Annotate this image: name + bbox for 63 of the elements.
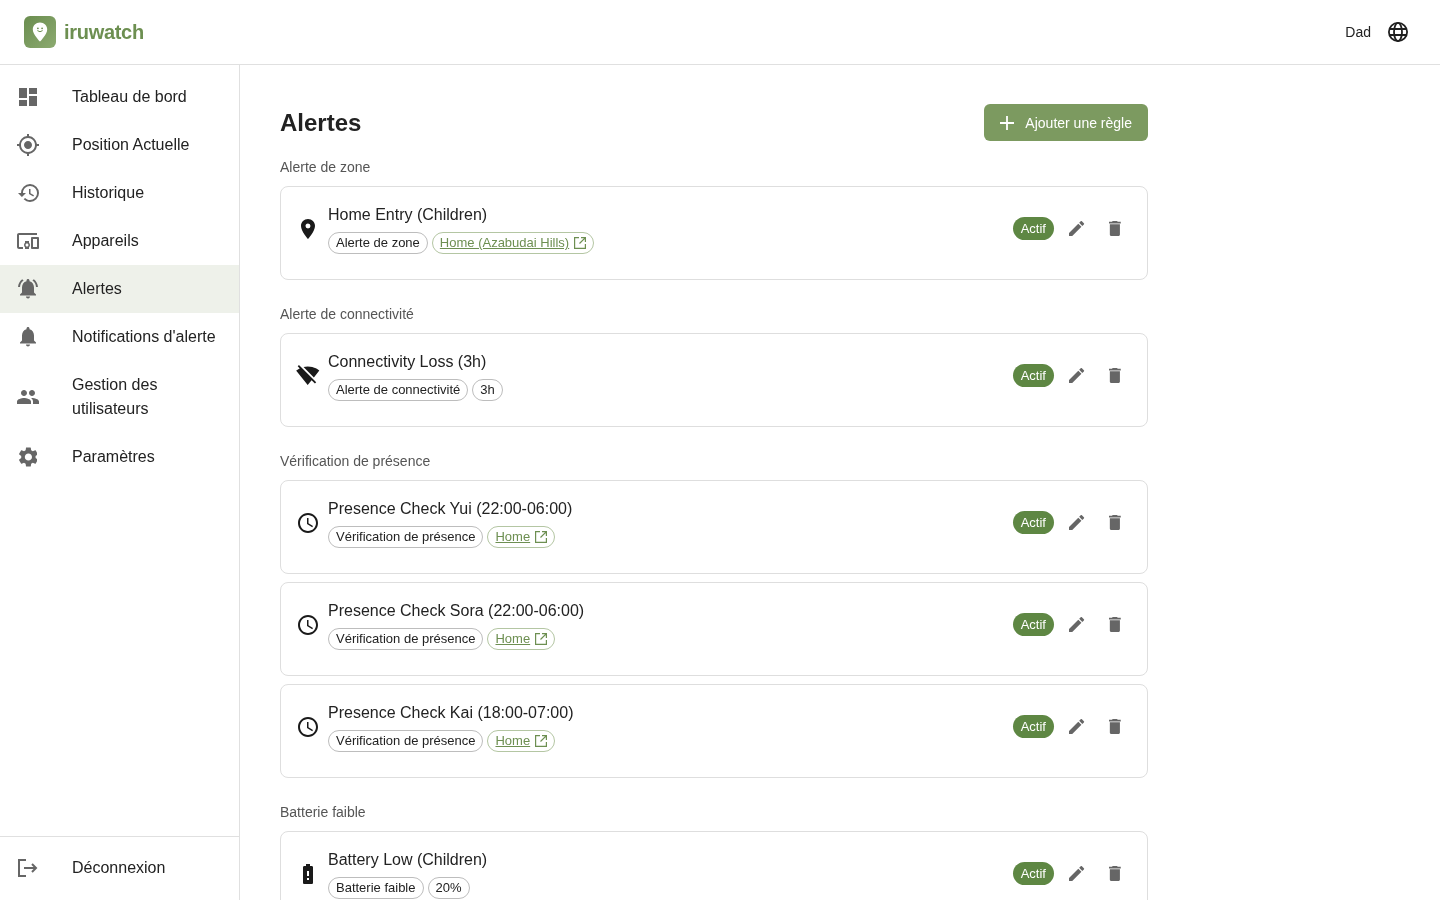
pencil-icon <box>1069 220 1085 237</box>
trash-icon <box>1109 514 1121 531</box>
rule-name: Battery Low (Children) <box>328 850 489 870</box>
sidebar-item[interactable]: Gestion des utilisateurs <box>0 361 239 433</box>
sidebar-item[interactable]: Appareils <box>0 217 239 265</box>
trash-icon <box>1109 220 1121 237</box>
status-label: Actif <box>1012 364 1054 387</box>
settings-icon <box>18 447 38 467</box>
section-heading: Alerte de zone <box>280 158 372 177</box>
rule-name: Home Entry (Children) <box>328 205 489 225</box>
ringing-bell-icon <box>18 279 38 299</box>
rule-name: Presence Check Kai (18:00-07:00) <box>328 703 575 723</box>
app-name: iruwatch <box>64 20 144 44</box>
external-link-icon <box>535 633 548 645</box>
external-link-icon <box>535 735 548 747</box>
trash-icon <box>1109 718 1121 735</box>
sidebar-item[interactable]: Historique <box>0 169 239 217</box>
pin-icon <box>301 218 315 239</box>
rule-name: Connectivity Loss (3h) <box>328 352 488 372</box>
devices-icon <box>17 233 39 249</box>
sidebar-item[interactable]: Alertes <box>0 265 239 313</box>
section-heading: Vérification de présence <box>280 452 432 471</box>
section-heading: Alerte de connectivité <box>280 305 415 324</box>
rule-name: Presence Check Yui (22:00-06:00) <box>328 499 574 519</box>
language-button[interactable] <box>1388 22 1408 42</box>
plus-icon <box>1000 115 1015 130</box>
crosshair-icon <box>17 134 39 156</box>
pencil-icon <box>1069 514 1085 531</box>
external-link-icon <box>574 237 587 249</box>
battery-alert-icon <box>303 863 313 884</box>
trash-icon <box>1109 616 1121 633</box>
pencil-icon <box>1069 367 1085 384</box>
status-label: Actif <box>1012 862 1054 885</box>
trash-icon <box>1109 367 1121 384</box>
logout-item[interactable]: Déconnexion <box>0 844 239 892</box>
sidebar-item[interactable]: Tableau de bord <box>0 73 239 121</box>
sidebar-item[interactable]: Paramètres <box>0 433 239 481</box>
history-icon <box>17 184 39 202</box>
pencil-icon <box>1069 865 1085 882</box>
sidebar-item[interactable]: Position Actuelle <box>0 121 239 169</box>
bell-icon <box>20 327 36 347</box>
logo-icon <box>24 16 56 48</box>
dashboard-icon <box>19 88 37 106</box>
page-title: Alertes <box>280 107 362 138</box>
clock-icon <box>298 512 318 533</box>
status-label: Actif <box>1012 511 1054 534</box>
status-label: Actif <box>1012 613 1054 636</box>
sidebar-item[interactable]: Notifications d'alerte <box>0 313 239 361</box>
logout-icon <box>18 859 38 877</box>
user-name: Dad <box>1345 24 1371 40</box>
wifi-off-icon <box>296 365 320 386</box>
status-label: Actif <box>1012 217 1054 240</box>
clock-icon <box>298 716 318 737</box>
pencil-icon <box>1069 616 1085 633</box>
status-label: Actif <box>1012 715 1054 738</box>
rule-name: Presence Check Sora (22:00-06:00) <box>328 601 586 621</box>
external-link-icon <box>535 531 548 543</box>
clock-icon <box>298 614 318 635</box>
pencil-icon <box>1069 718 1085 735</box>
globe-icon <box>1388 22 1408 42</box>
section-heading: Batterie faible <box>280 803 367 822</box>
people-icon <box>17 390 39 404</box>
trash-icon <box>1109 865 1121 882</box>
